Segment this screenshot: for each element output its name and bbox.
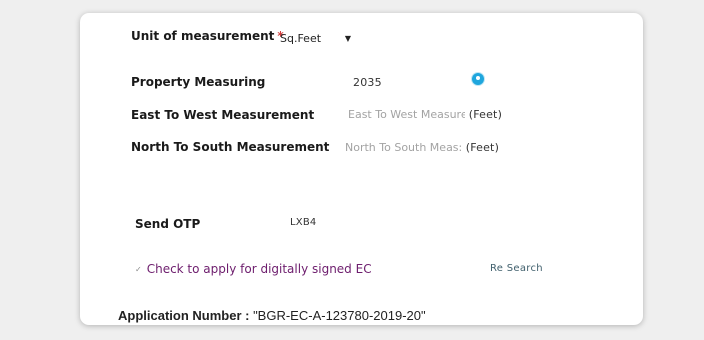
east-west-field: (Feet) [348,108,502,121]
chevron-down-icon: ▼ [344,33,351,43]
measurement-form-card: Unit of measurement * Sq.Feet ▼ Property … [80,13,643,325]
research-link[interactable]: Re Search [490,263,543,274]
north-south-input[interactable] [345,141,462,154]
unit-label-text: Unit of measurement [131,29,275,43]
otp-value[interactable]: LXB4 [290,217,316,228]
application-number: Application Number : "BGR-EC-A-123780-20… [118,308,426,323]
east-west-unit: (Feet) [468,108,503,121]
page: Unit of measurement * Sq.Feet ▼ Property … [0,0,704,340]
info-icon[interactable] [472,73,484,85]
unit-select-value: Sq.Feet [280,31,322,45]
send-otp-label: Send OTP [135,217,201,231]
digital-sign-label: Check to apply for digitally signed EC [146,262,372,276]
north-south-unit: (Feet) [465,141,500,154]
property-measuring-value: 2035 [353,76,382,89]
application-number-label: Application Number : [118,308,254,323]
north-south-label: North To South Measurement [131,140,330,154]
digital-sign-checkbox[interactable]: ✓ Check to apply for digitally signed EC [135,262,372,276]
property-measuring-label: Property Measuring [131,75,266,89]
east-west-input[interactable] [348,108,465,121]
north-south-field: (Feet) [345,141,499,154]
unit-select[interactable]: Sq.Feet ▼ [280,29,358,47]
application-number-value: "BGR-EC-A-123780-2019-20" [253,308,426,323]
check-icon: ✓ [135,264,142,274]
east-west-label: East To West Measurement [131,108,315,122]
unit-of-measurement-label: Unit of measurement * [131,29,284,43]
